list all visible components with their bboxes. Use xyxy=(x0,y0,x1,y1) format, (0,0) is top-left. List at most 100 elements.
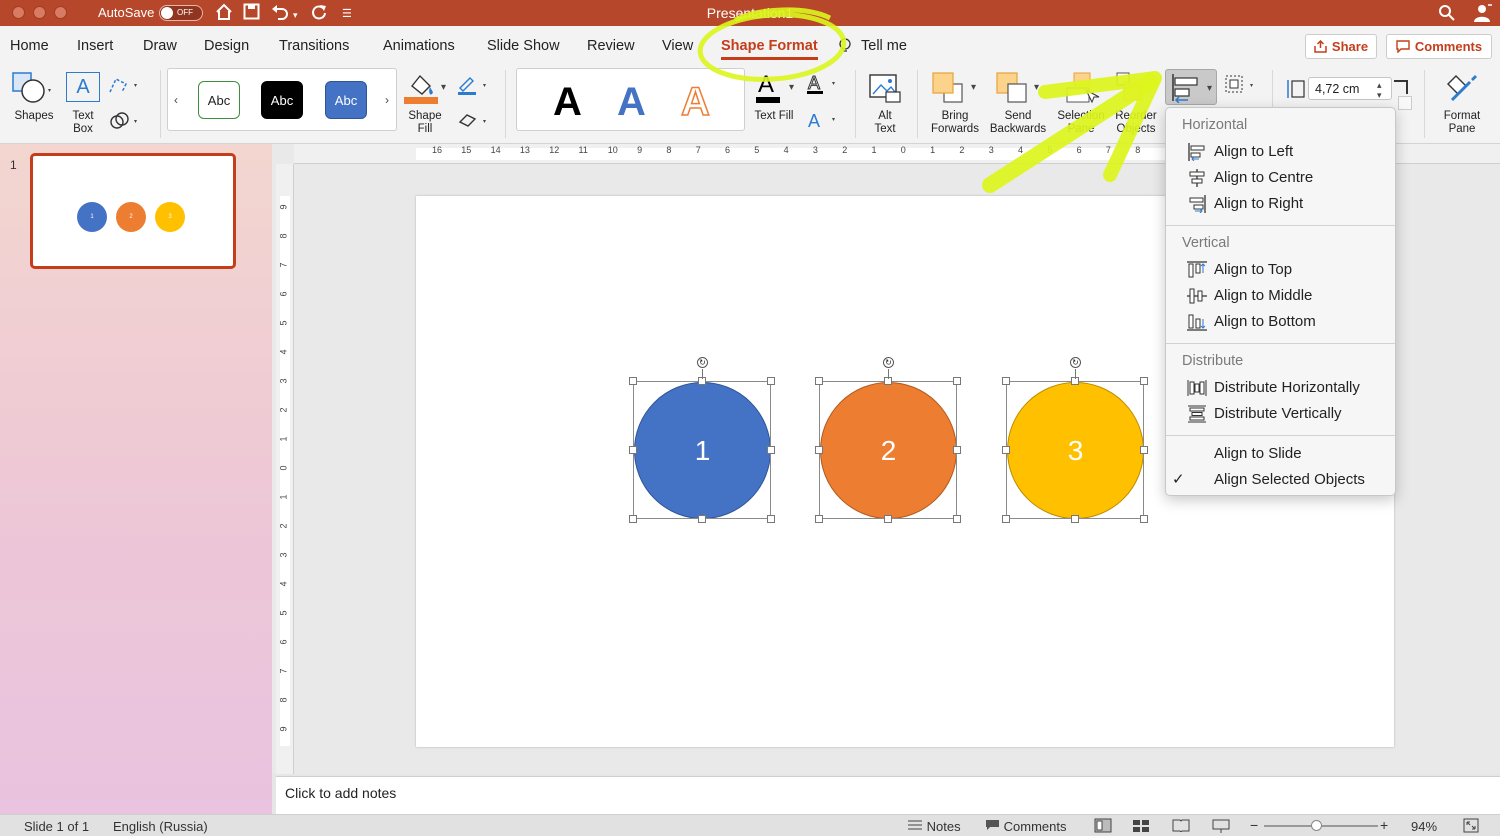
size-dialog-launcher-icon[interactable] xyxy=(1394,80,1408,94)
tab-animations[interactable]: Animations xyxy=(383,38,455,54)
zoom-slider-thumb[interactable] xyxy=(1311,820,1322,831)
text-fill-dropdown-icon[interactable]: ▾ xyxy=(789,82,794,93)
resize-handle[interactable] xyxy=(953,446,961,454)
share-button[interactable]: Share xyxy=(1305,34,1377,59)
search-icon[interactable] xyxy=(1438,4,1456,22)
normal-view-icon[interactable] xyxy=(1094,818,1112,836)
shapes-icon[interactable] xyxy=(12,72,52,104)
group-icon[interactable] xyxy=(1224,74,1258,96)
reading-view-icon[interactable] xyxy=(1172,819,1190,835)
resize-handle[interactable] xyxy=(815,377,823,385)
zoom-out-icon[interactable]: − xyxy=(1250,817,1258,833)
tab-transitions[interactable]: Transitions xyxy=(279,38,349,54)
resize-handle[interactable] xyxy=(1002,377,1010,385)
slideshow-view-icon[interactable] xyxy=(1212,819,1230,836)
text-effects-icon[interactable]: A xyxy=(806,108,840,132)
account-icon[interactable] xyxy=(1473,3,1493,23)
shape-fill-icon[interactable] xyxy=(404,70,438,104)
wordart-sample-outline[interactable]: A xyxy=(680,81,710,123)
gallery-prev-icon[interactable]: ‹ xyxy=(174,93,178,107)
resize-handle[interactable] xyxy=(629,515,637,523)
comments-button[interactable]: Comments xyxy=(1386,34,1492,59)
resize-handle[interactable] xyxy=(815,515,823,523)
shape-outline-icon[interactable] xyxy=(457,74,491,96)
gallery-next-icon[interactable]: › xyxy=(385,93,389,107)
height-stepper-down-icon[interactable]: ▾ xyxy=(1377,90,1382,101)
rotation-handle[interactable]: ↻ xyxy=(1070,357,1081,368)
merge-shapes-icon[interactable] xyxy=(108,110,142,132)
language-indicator[interactable]: English (Russia) xyxy=(113,819,208,834)
tab-draw[interactable]: Draw xyxy=(143,38,177,54)
send-backwards-icon[interactable] xyxy=(996,72,1032,104)
menu-item-align-selected-objects[interactable]: ✓ Align Selected Objects xyxy=(1166,468,1395,492)
format-pane-icon[interactable] xyxy=(1444,70,1480,106)
zoom-slider[interactable] xyxy=(1264,820,1378,831)
menu-item-align-middle[interactable]: Align to Middle xyxy=(1166,284,1395,308)
align-button[interactable]: ▾ xyxy=(1165,69,1217,105)
notes-pane[interactable]: Click to add notes xyxy=(276,776,1500,814)
menu-item-distribute-vertically[interactable]: Distribute Vertically xyxy=(1166,402,1395,426)
wordart-sample-blue[interactable]: A xyxy=(617,82,646,122)
resize-handle[interactable] xyxy=(953,377,961,385)
fit-to-window-icon[interactable] xyxy=(1463,818,1479,836)
shape-fill-dropdown-icon[interactable]: ▾ xyxy=(441,82,446,93)
menu-item-align-right[interactable]: Align to Right xyxy=(1166,192,1395,216)
tab-slide-show[interactable]: Slide Show xyxy=(487,38,560,54)
text-fill-icon[interactable]: A xyxy=(755,70,785,104)
resize-handle[interactable] xyxy=(767,377,775,385)
wordart-sample-black[interactable]: A xyxy=(553,82,582,122)
resize-handle[interactable] xyxy=(1140,377,1148,385)
resize-handle[interactable] xyxy=(629,377,637,385)
style-sample-black[interactable]: Abc xyxy=(261,81,303,119)
shape-effects-icon[interactable] xyxy=(457,110,491,132)
menu-divider xyxy=(1166,435,1395,436)
zoom-in-icon[interactable]: + xyxy=(1380,817,1388,833)
resize-handle[interactable] xyxy=(1140,515,1148,523)
ruler-tick-label: 2 xyxy=(842,145,848,155)
text-box-icon[interactable]: A xyxy=(66,72,100,102)
rotation-handle[interactable]: ↻ xyxy=(883,357,894,368)
tab-insert[interactable]: Insert xyxy=(77,38,113,54)
selection-pane-icon[interactable] xyxy=(1066,72,1100,104)
menu-item-align-left[interactable]: Align to Left xyxy=(1166,140,1395,164)
resize-handle[interactable] xyxy=(1140,446,1148,454)
menu-item-align-top[interactable]: Align to Top xyxy=(1166,258,1395,282)
resize-handle[interactable] xyxy=(767,446,775,454)
style-sample-blue[interactable]: Abc xyxy=(325,81,367,119)
reorder-objects-icon[interactable] xyxy=(1116,72,1150,104)
slide-sorter-icon[interactable] xyxy=(1132,819,1150,835)
resize-handle[interactable] xyxy=(1002,515,1010,523)
resize-handle[interactable] xyxy=(953,515,961,523)
zoom-level[interactable]: 94% xyxy=(1411,819,1437,834)
tell-me-search[interactable]: Tell me xyxy=(861,38,907,54)
send-backwards-dropdown-icon[interactable]: ▾ xyxy=(1034,82,1039,93)
slide-thumbnail[interactable]: 1 2 3 xyxy=(30,153,236,269)
menu-item-align-centre[interactable]: Align to Centre xyxy=(1166,166,1395,190)
menu-item-align-to-slide[interactable]: Align to Slide xyxy=(1166,442,1395,466)
menu-item-align-bottom[interactable]: Align to Bottom xyxy=(1166,310,1395,334)
tab-view[interactable]: View xyxy=(662,38,693,54)
tab-design[interactable]: Design xyxy=(204,38,249,54)
comments-toggle[interactable]: Comments xyxy=(985,819,1066,834)
bring-forwards-icon[interactable] xyxy=(932,72,968,104)
tab-home[interactable]: Home xyxy=(10,38,49,54)
lock-aspect-icon[interactable] xyxy=(1398,96,1412,110)
alt-text-icon[interactable] xyxy=(868,72,902,104)
tab-review[interactable]: Review xyxy=(587,38,635,54)
vertical-ruler[interactable]: 9 8 7 6 5 4 3 2 1 0 1 2 3 4 5 6 7 8 9 xyxy=(276,164,294,774)
tab-shape-format[interactable]: Shape Format xyxy=(721,38,818,60)
bring-forwards-dropdown-icon[interactable]: ▾ xyxy=(971,82,976,93)
edit-shape-icon[interactable] xyxy=(108,76,142,96)
menu-item-distribute-horizontally[interactable]: Distribute Horizontally xyxy=(1166,376,1395,400)
resize-handle[interactable] xyxy=(629,446,637,454)
resize-handle[interactable] xyxy=(698,515,706,523)
rotation-handle[interactable]: ↻ xyxy=(697,357,708,368)
resize-handle[interactable] xyxy=(1071,515,1079,523)
style-sample-outline[interactable]: Abc xyxy=(198,81,240,119)
resize-handle[interactable] xyxy=(815,446,823,454)
resize-handle[interactable] xyxy=(884,515,892,523)
notes-toggle[interactable]: Notes xyxy=(907,819,961,834)
text-outline-icon[interactable]: A xyxy=(806,72,840,96)
resize-handle[interactable] xyxy=(1002,446,1010,454)
resize-handle[interactable] xyxy=(767,515,775,523)
